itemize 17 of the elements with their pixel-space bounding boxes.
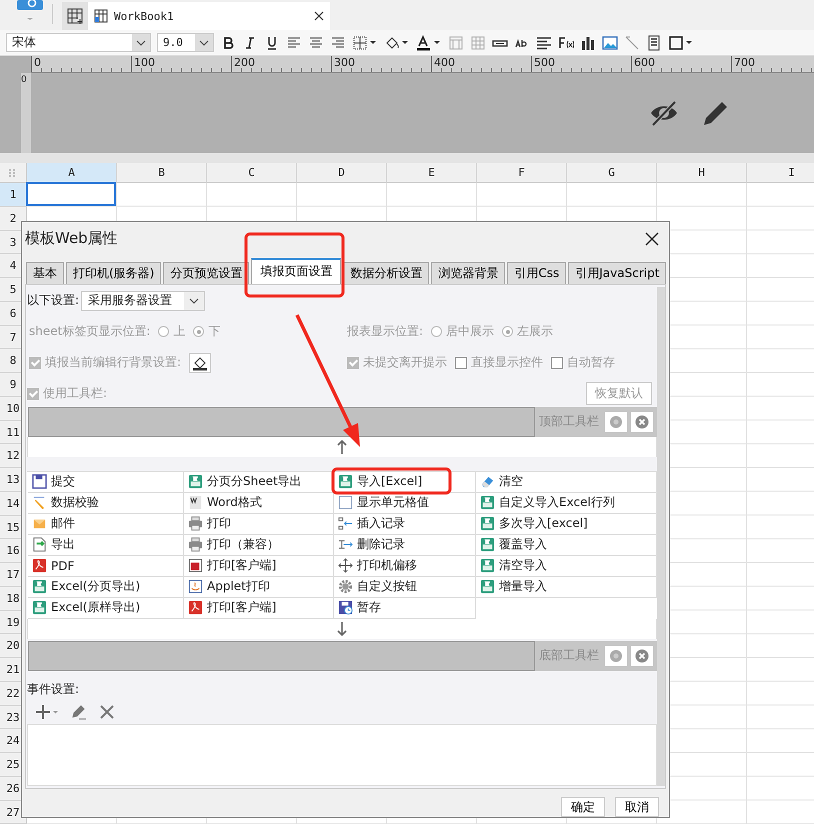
ruler-label: 300 — [331, 56, 431, 72]
tab-title: WorkBook1 — [114, 10, 174, 22]
ruler-label: 600 — [631, 56, 731, 72]
sheet-tab-position-label: sheet标签页显示位置: — [29, 323, 150, 340]
ruler-label: 100 — [131, 56, 231, 72]
ruler-label: 200 — [231, 56, 331, 72]
ruler-label: 700 — [731, 56, 814, 72]
ruler-label: 0 — [31, 56, 131, 72]
toolbar-label: 底部工具栏 — [539, 647, 599, 664]
toolbar-label: 顶部工具栏 — [539, 413, 599, 430]
report-position-label: 报表显示位置: — [347, 323, 424, 340]
settings-label: 以下设置: — [27, 292, 80, 310]
dialog-title: 模板Web属性 — [25, 229, 118, 248]
ruler-label: 400 — [431, 56, 531, 72]
ruler-label: 500 — [531, 56, 631, 72]
ruler-label: 0 — [21, 74, 28, 85]
events-label: 事件设置: — [27, 680, 80, 698]
